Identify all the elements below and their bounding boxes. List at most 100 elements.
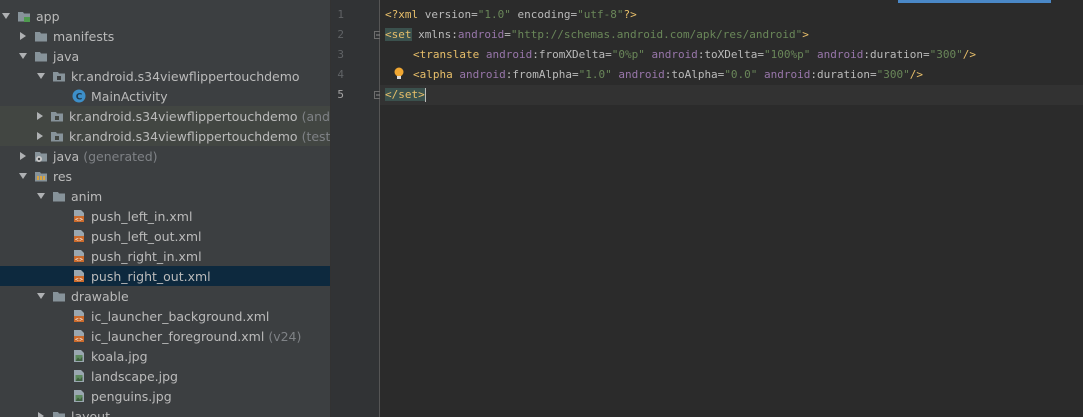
xml-file-icon: <> <box>72 309 86 323</box>
xml-attr: :toXDelta= <box>697 48 765 61</box>
xml-file-icon: <> <box>72 329 86 343</box>
tree-item-package-test[interactable]: kr.android.s34viewflippertouchdemo (test… <box>0 126 330 146</box>
xml-namespace: android <box>757 68 811 81</box>
line-number: 5 <box>337 88 344 101</box>
tree-item-suffix: (v24) <box>268 328 302 344</box>
xml-namespace: android <box>457 28 505 41</box>
tree-item-label: landscape.jpg <box>91 368 178 384</box>
chevron-down-icon[interactable] <box>17 50 29 62</box>
tree-item-push-right-out[interactable]: <> push_right_out.xml <box>0 266 330 286</box>
chevron-right-icon[interactable] <box>35 130 45 142</box>
code-line-3[interactable]: <translate android:fromXDelta="0%p" andr… <box>413 45 976 65</box>
tree-item-java[interactable]: java <box>0 46 330 66</box>
tree-item-label: push_left_in.xml <box>91 208 193 224</box>
tree-item-push-left-out[interactable]: <> push_left_out.xml <box>0 226 330 246</box>
chevron-right-icon[interactable] <box>17 150 29 162</box>
tree-item-label: manifests <box>53 28 115 44</box>
xml-file-icon: <> <box>72 209 86 223</box>
code-editor[interactable]: <?xml version="1.0" encoding="utf-8"?> <… <box>380 0 1083 417</box>
xml-attr: version= <box>418 8 478 21</box>
tree-item-manifests[interactable]: manifests <box>0 26 330 46</box>
xml-tag: <alpha <box>413 68 453 81</box>
package-icon <box>52 69 66 83</box>
tree-item-koala[interactable]: koala.jpg <box>0 346 330 366</box>
chevron-down-icon[interactable] <box>17 170 29 182</box>
xml-value: "0.0" <box>724 68 758 81</box>
class-icon: C <box>72 89 86 103</box>
tree-item-suffix: (generated) <box>83 148 158 164</box>
xml-attr: :duration= <box>863 48 930 61</box>
image-file-icon <box>72 389 86 403</box>
tree-item-mainactivity[interactable]: C MainActivity <box>0 86 330 106</box>
tree-item-anim[interactable]: anim <box>0 186 330 206</box>
chevron-down-icon[interactable] <box>35 190 47 202</box>
xml-value: "300" <box>929 48 963 61</box>
tree-item-label: app <box>36 8 60 24</box>
code-line-4[interactable]: <alpha android:fromAlpha="1.0" android:t… <box>413 65 923 85</box>
tree-item-layout[interactable]: layout <box>0 406 330 417</box>
xml-namespace: android <box>452 68 506 81</box>
xml-file-icon: <> <box>72 229 86 243</box>
tree-item-ic-launcher-background[interactable]: <> ic_launcher_background.xml <box>0 306 330 326</box>
active-tab-indicator <box>898 0 1051 3</box>
tree-item-res[interactable]: res <box>0 166 330 186</box>
xml-tag: > <box>802 28 809 41</box>
xml-namespace: android <box>611 68 665 81</box>
tree-item-package[interactable]: kr.android.s34viewflippertouchdemo <box>0 66 330 86</box>
xml-attr: :toAlpha= <box>664 68 725 81</box>
tree-item-java-generated[interactable]: java (generated) <box>0 146 330 166</box>
tree-item-ic-launcher-foreground[interactable]: <> ic_launcher_foreground.xml (v24) <box>0 326 330 346</box>
tree-item-penguins[interactable]: penguins.jpg <box>0 386 330 406</box>
tree-item-label: ic_launcher_background.xml <box>91 308 270 324</box>
xml-tag: </set> <box>385 88 425 101</box>
svg-text:C: C <box>76 93 83 103</box>
folder-icon <box>52 189 66 203</box>
tree-item-label: java <box>53 48 80 64</box>
chevron-down-icon[interactable] <box>0 10 12 22</box>
xml-attr: encoding= <box>510 8 578 21</box>
package-icon <box>50 129 64 143</box>
xml-attr: = <box>504 28 511 41</box>
svg-text:<>: <> <box>75 217 83 223</box>
xml-tag: /> <box>962 48 976 61</box>
chevron-right-icon[interactable] <box>35 410 47 417</box>
xml-value: "100%p" <box>764 48 811 61</box>
xml-value: "utf-8" <box>577 8 624 21</box>
tree-item-label: kr.android.s34viewflippertouchdemo <box>71 68 300 84</box>
tree-item-package-androidtest[interactable]: kr.android.s34viewflippertouchdemo (andr… <box>0 106 330 126</box>
tree-item-push-left-in[interactable]: <> push_left_in.xml <box>0 206 330 226</box>
chevron-right-icon[interactable] <box>17 30 29 42</box>
chevron-down-icon[interactable] <box>35 290 47 302</box>
tree-item-push-right-in[interactable]: <> push_right_in.xml <box>0 246 330 266</box>
tree-item-suffix: (test) <box>301 128 330 144</box>
xml-namespace: android <box>479 48 533 61</box>
svg-text:<>: <> <box>75 317 83 323</box>
xml-attr: :duration= <box>810 68 877 81</box>
code-line-1[interactable]: <?xml version="1.0" encoding="utf-8"?> <box>385 5 637 25</box>
xml-namespace: android <box>644 48 698 61</box>
xml-file-icon: <> <box>72 269 86 283</box>
image-file-icon <box>72 369 86 383</box>
tree-item-label: push_right_out.xml <box>91 268 211 284</box>
tree-item-landscape[interactable]: landscape.jpg <box>0 366 330 386</box>
tree-item-drawable[interactable]: drawable <box>0 286 330 306</box>
lightbulb-icon[interactable] <box>393 67 405 81</box>
image-file-icon <box>72 349 86 363</box>
editor-gutter[interactable]: 1 2 3 4 5 <box>331 0 382 417</box>
xml-attr: :fromAlpha= <box>505 68 579 81</box>
code-line-2[interactable]: <set xmlns:android="http://schemas.andro… <box>385 25 809 45</box>
tree-item-label: koala.jpg <box>91 348 148 364</box>
xml-file-icon: <> <box>72 249 86 263</box>
chevron-down-icon[interactable] <box>35 70 47 82</box>
chevron-right-icon[interactable] <box>35 110 45 122</box>
xml-attr: :fromXDelta= <box>532 48 612 61</box>
tree-item-label: res <box>53 168 73 184</box>
code-line-5[interactable]: </set> <box>385 85 426 105</box>
xml-value: "0%p" <box>611 48 645 61</box>
tree-item-app[interactable]: app <box>0 6 330 26</box>
tree-item-label: push_left_out.xml <box>91 228 202 244</box>
folder-icon <box>52 409 66 417</box>
xml-tag: /> <box>909 68 924 81</box>
tree-item-label: java <box>53 148 80 164</box>
tree-item-label: layout <box>71 408 111 417</box>
